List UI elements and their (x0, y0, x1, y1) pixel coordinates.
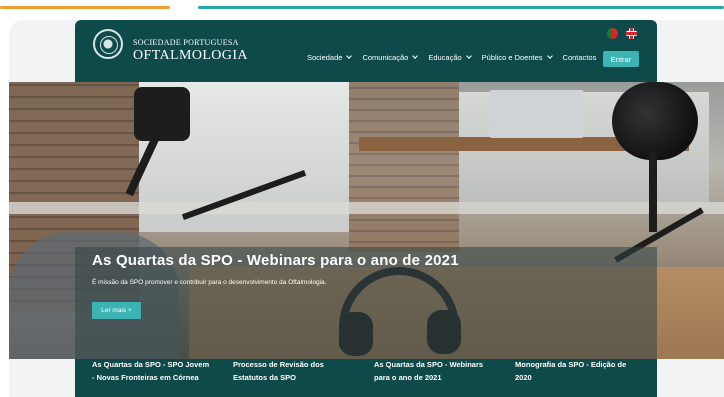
hero-bg-brick-2 (349, 82, 459, 252)
language-switcher (607, 28, 637, 39)
news-item[interactable]: As Quartas da SPO - SPO Jovem - Novas Fr… (92, 359, 212, 384)
nav-item-educacao[interactable]: Educação (428, 53, 472, 62)
nav-item-label: Comunicação (362, 53, 409, 62)
brand-subtitle[interactable]: SOCIEDADE PORTUGUESA (133, 38, 239, 47)
chevron-down-icon (465, 53, 472, 59)
hero-title: As Quartas da SPO - Webinars para o ano … (92, 252, 459, 269)
orange-accent-line (0, 6, 170, 9)
microphone-right (612, 82, 698, 160)
microphone-right-arm (649, 152, 657, 232)
news-item[interactable]: Processo de Revisão dos Estatutos da SPO (233, 359, 353, 384)
spo-seal-logo[interactable] (93, 29, 123, 59)
nav-item-publico-doentes[interactable]: Público e Doentes (481, 53, 553, 62)
chevron-down-icon (412, 53, 419, 59)
hero-bg-laptop (489, 90, 584, 138)
uk-flag-icon[interactable] (626, 28, 637, 39)
nav-item-sociedade[interactable]: Sociedade (307, 53, 353, 62)
brand-title[interactable]: OFTALMOLOGIA (133, 48, 248, 64)
hero-description: É missão da SPO promover e contribuir pa… (92, 279, 327, 286)
site-header: SOCIEDADE PORTUGUESA OFTALMOLOGIA Socied… (75, 20, 657, 82)
nav-item-contactos[interactable]: Contactos (563, 53, 597, 62)
pt-flag-icon[interactable] (607, 28, 618, 39)
nav-item-comunicacao[interactable]: Comunicação (362, 53, 419, 62)
hero-bg-shelf (9, 202, 724, 214)
chevron-down-icon (346, 53, 353, 59)
nav-item-label: Público e Doentes (481, 53, 543, 62)
main-nav: Sociedade Comunicação Educação Público e… (307, 53, 607, 62)
news-item[interactable]: Monografia da SPO - Edição de 2020 (515, 359, 635, 384)
nav-item-label: Contactos (562, 53, 597, 62)
nav-item-label: Sociedade (307, 53, 343, 62)
teal-accent-line (198, 6, 724, 9)
login-button[interactable]: Entrar (603, 51, 639, 67)
browser-page: SOCIEDADE PORTUGUESA OFTALMOLOGIA Socied… (9, 20, 724, 397)
nav-item-label: Educação (428, 53, 462, 62)
news-item[interactable]: As Quartas da SPO - Webinars para o ano … (374, 359, 494, 384)
chevron-down-icon (546, 53, 553, 59)
read-more-button[interactable]: Ler mais + (92, 302, 141, 319)
news-strip: As Quartas da SPO - SPO Jovem - Novas Fr… (75, 359, 657, 397)
